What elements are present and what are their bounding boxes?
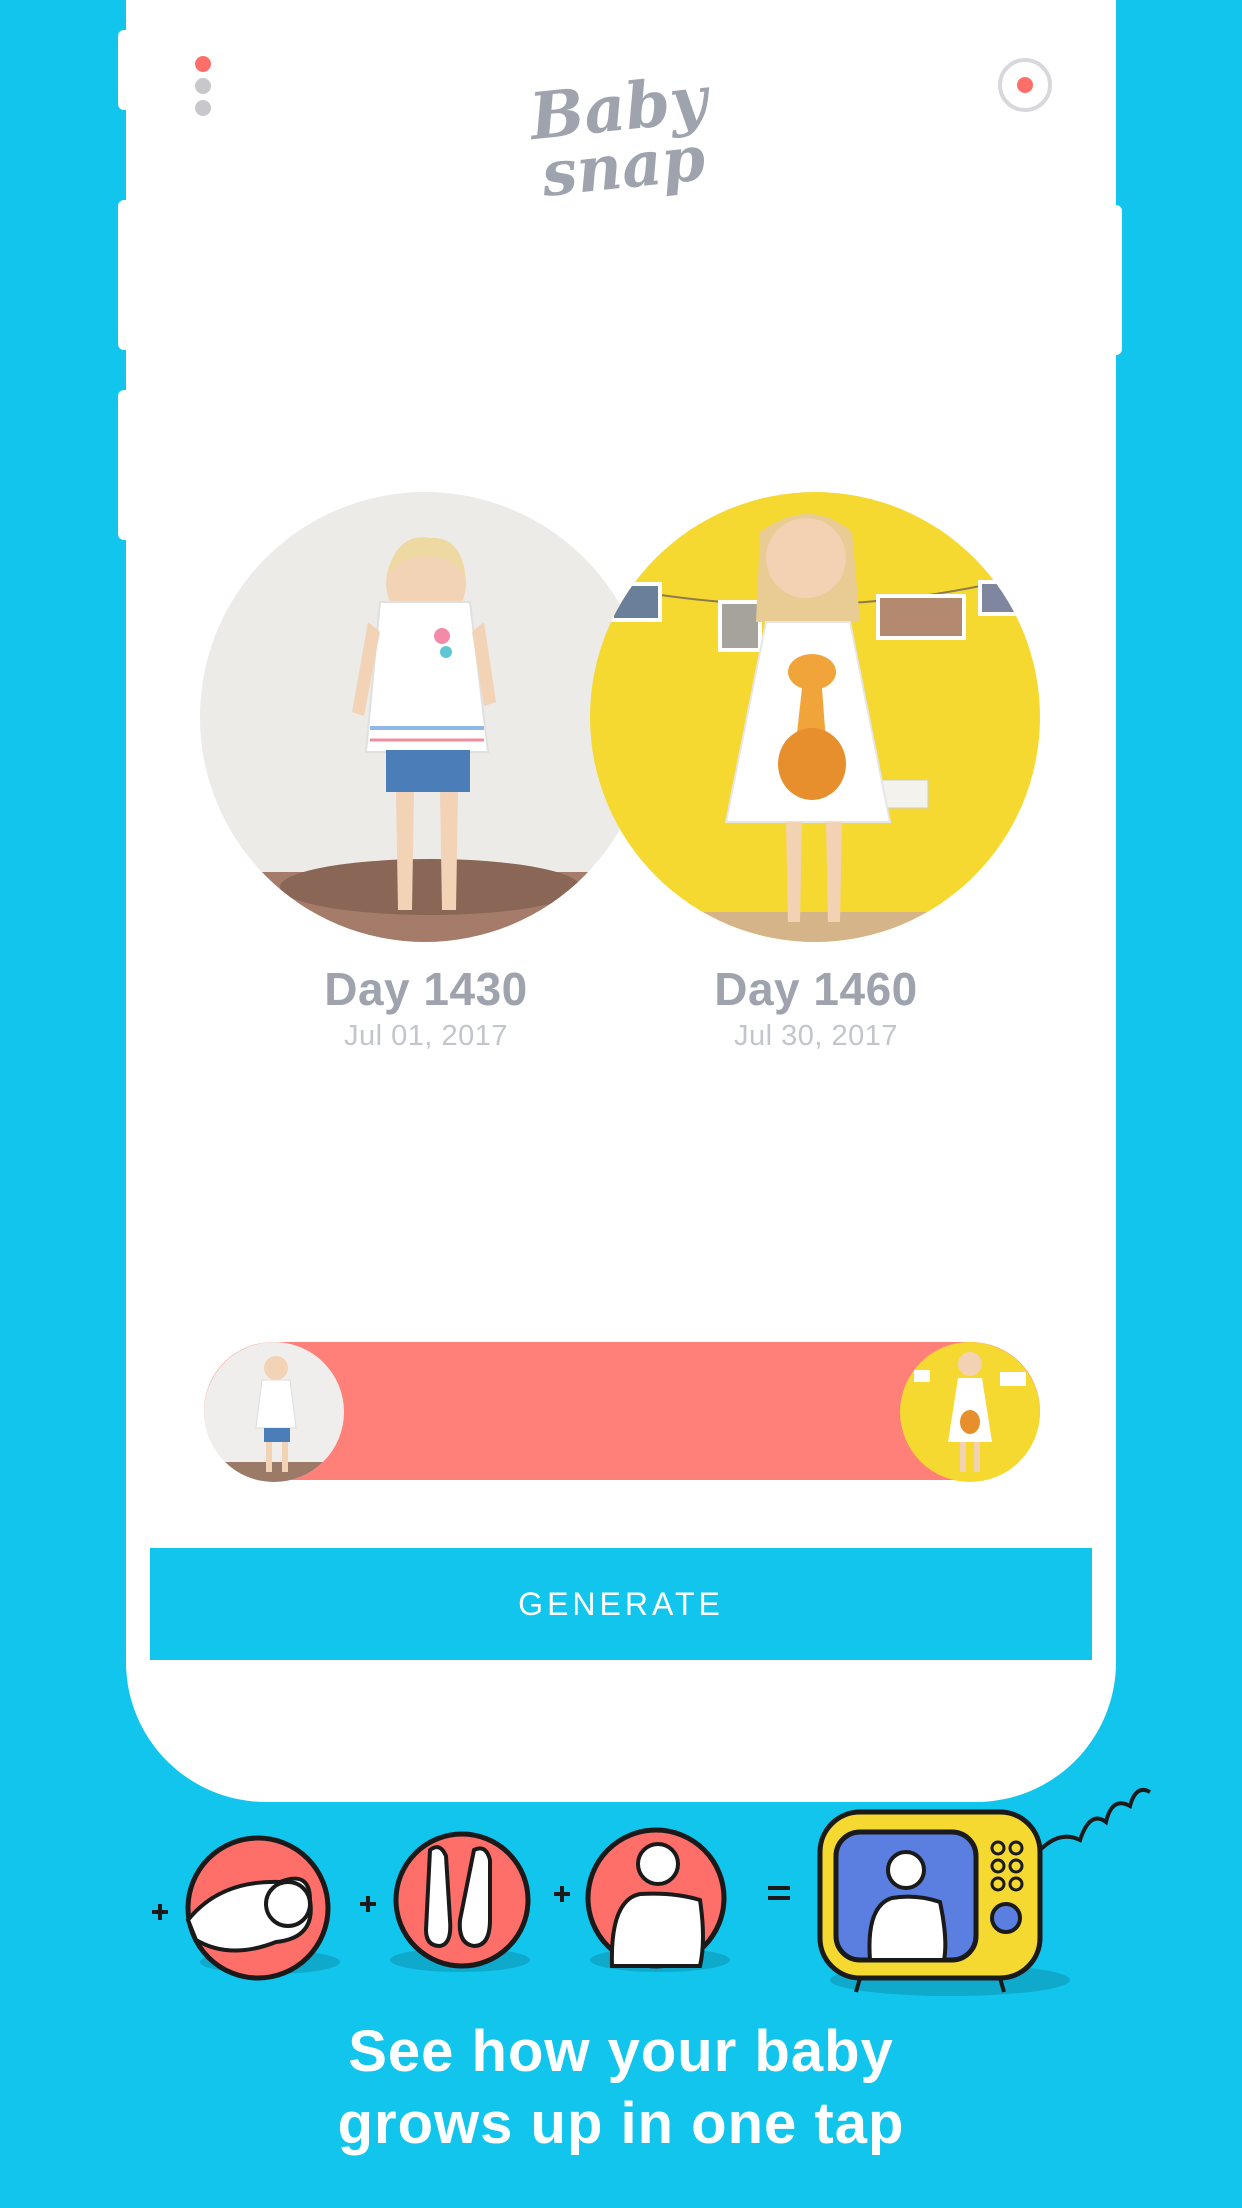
record-icon[interactable] xyxy=(998,58,1052,112)
slider-start-thumb[interactable] xyxy=(204,1342,344,1482)
day-label-second: Day 1460 xyxy=(714,963,918,1015)
day-label-first: Day 1430 xyxy=(324,963,528,1015)
menu-dots-icon[interactable] xyxy=(190,56,216,120)
growth-illustration xyxy=(140,1770,1160,2010)
photo-day-1460[interactable] xyxy=(590,492,1040,942)
date-label-second: Jul 30, 2017 xyxy=(733,1020,898,1052)
babysnap-logo: Baby snap xyxy=(520,60,720,212)
phone-screen xyxy=(126,0,1116,1802)
date-label-first: Jul 01, 2017 xyxy=(343,1020,508,1052)
tagline-line-2: grows up in one tap xyxy=(337,2091,905,2156)
generate-button[interactable]: GENERATE xyxy=(150,1548,1092,1660)
tagline-line-1: See how your baby xyxy=(348,2019,894,2084)
slider-end-thumb[interactable] xyxy=(900,1342,1040,1482)
photo-day-1430[interactable] xyxy=(200,492,650,942)
